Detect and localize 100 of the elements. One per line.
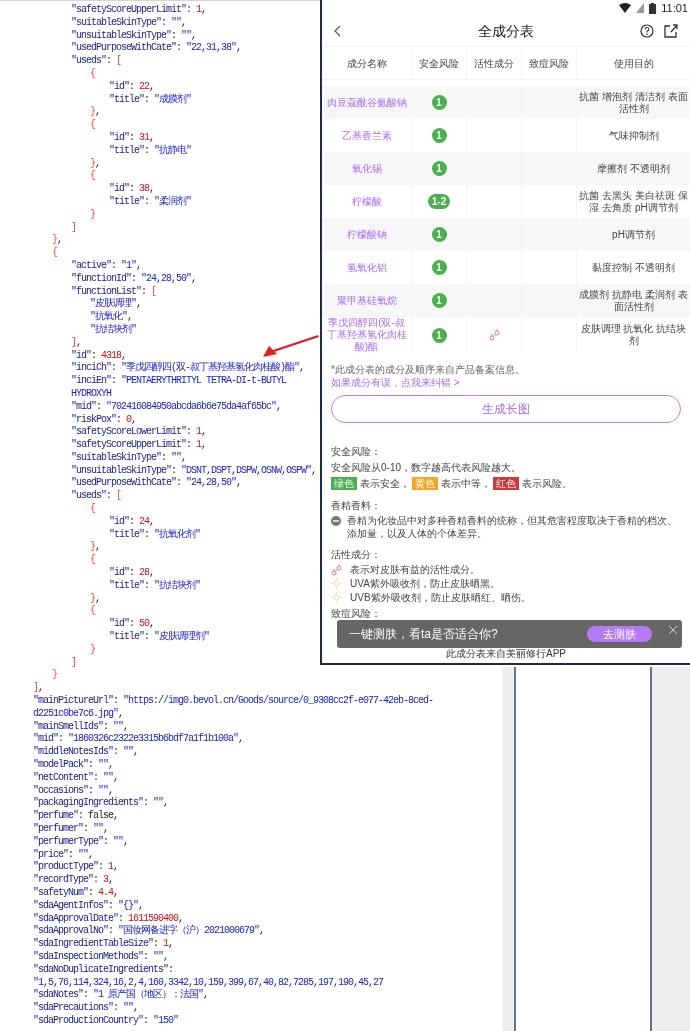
column-header: 成分名称 — [322, 47, 412, 79]
code-line: { — [90, 503, 95, 515]
code-line: "id": 4318, — [71, 349, 127, 361]
legend-text: 表示安全， — [360, 477, 410, 490]
code-line: { — [90, 605, 95, 617]
color-tag: 绿色 — [331, 477, 357, 490]
minus-circle-icon — [331, 516, 341, 526]
code-line: { — [90, 554, 95, 566]
code-line: "price": "", — [33, 848, 94, 860]
description-text: 香精为化妆品中对多种香精香料的统称，但其危害程度取决于香精的档次、添加量，以及人体的个体差异。 — [347, 514, 678, 540]
code-line: "unsuitableSkinType": "DSNT,DSPT,DSPW,OSNW,OSPW", — [71, 464, 317, 476]
code-line: "id": 50, — [109, 618, 155, 630]
sun-icon — [331, 592, 342, 603]
back-icon[interactable] — [334, 25, 341, 37]
code-line: "usedPurposeWithCate": "24,28,50", — [71, 477, 242, 489]
code-line: } — [90, 208, 95, 220]
skin-test-button[interactable]: 去测肤 — [587, 626, 652, 642]
code-line: "抗氧化", — [90, 311, 133, 323]
code-line: "safetyNum": 4.4, — [33, 887, 119, 898]
code-line: "mainPictureUrl": "https://img0.bevol.cn/Goods/source/0_9308cc2f-e077-42eb-8ced-d2251c0be7c6.jpg", — [33, 695, 434, 719]
code-line: "id": 28, — [109, 567, 155, 579]
promo-text: 一键测肤，看ta是否适合你? — [349, 626, 498, 643]
safety-score-badge: 1 — [431, 293, 447, 308]
code-line: "title": "柔润剂" — [109, 195, 192, 207]
code-line: { — [90, 170, 95, 182]
annotation-arrow — [262, 335, 320, 358]
code-line: "safetyScoreLowerLimit": 1, — [71, 426, 207, 438]
code-line: "unsuitableSkinType": "", — [71, 29, 197, 41]
code-line: "packagingIngredients": "", — [33, 797, 169, 809]
code-line: "functionId": "24,28,50", — [71, 272, 197, 284]
code-line: "sdaPrecautions": "", — [33, 1002, 139, 1014]
usage-purposes: 抗菌 去黑头 美白祛斑 保湿 去角质 pH调节剂 — [578, 189, 689, 214]
code-line: "title": "皮肤调理剂" — [109, 631, 210, 643]
code-line: "id": 22, — [109, 80, 155, 92]
sim-icon — [636, 3, 645, 13]
code-line: "sdaIngredientTableSize": 1, — [33, 938, 174, 950]
column-header: 活性成分 — [467, 47, 522, 79]
code-line: "title": "成膜剂" — [109, 93, 192, 105]
page-title: 全成分表 — [478, 21, 534, 41]
code-line: "sdaProductionCountry": "150" — [33, 1014, 179, 1026]
code-line: "inciCh": "季戊四醇四(双-叔丁基羟基氢化肉桂酸)酯", — [71, 362, 305, 374]
description-text: 安全风险从0-10，数字越高代表风险越大。 — [331, 461, 522, 474]
column-header: 使用目的 — [612, 56, 655, 71]
code-line: "functionList": [ — [71, 285, 157, 297]
usage-purposes: 皮肤调理 抗氧化 抗结块剂 — [579, 323, 688, 347]
code-line: { — [52, 247, 57, 259]
section-title: 安全风险： — [331, 445, 382, 458]
code-line: "id": 31, — [109, 131, 155, 143]
color-tag: 红色 — [493, 477, 519, 490]
code-line: "perfume": false, — [33, 810, 119, 822]
battery-icon — [649, 2, 657, 14]
code-line: { — [90, 119, 95, 131]
ingredient-name[interactable]: 季戊四醇四(双-叔丁基羟基氢化肉桂酸)酯 — [322, 317, 412, 353]
code-line: "useds": [ — [71, 490, 122, 502]
code-line: ] — [71, 221, 76, 233]
code-line: "modelPack": "", — [33, 759, 114, 770]
code-line: "id": 24, — [109, 515, 155, 527]
code-line: }, — [90, 592, 101, 604]
usage-purposes: 成膜剂 抗静电 柔润剂 表面活性剂 — [578, 288, 689, 313]
status-time: 11:01 — [661, 0, 688, 16]
safety-score-badge: 1 — [431, 128, 447, 143]
code-line: "title": "抗氧化剂" — [109, 528, 201, 540]
usage-purposes: 摩擦剂 不透明剂 — [597, 162, 670, 175]
code-line: } — [52, 669, 57, 681]
code-line: }, — [90, 106, 101, 118]
code-line: "sdaNotes": "1 原产国（地区）：法国", — [33, 989, 209, 1001]
code-line: ], — [71, 336, 82, 348]
code-line: } — [90, 643, 95, 655]
code-line: "suitableSkinType": "", — [71, 451, 187, 463]
help-icon[interactable] — [640, 24, 654, 38]
legend-text: UVB紫外吸收剂，防止皮肤晒红、晒伤。 — [350, 591, 531, 604]
code-line: "usedPurposeWithCate": "22,31,38", — [71, 42, 242, 54]
code-line: "productType": 1, — [33, 861, 119, 873]
code-line: "抗结块剂" — [90, 323, 136, 335]
code-line: "safetyScoreUpperLimit": 1, — [71, 4, 207, 15]
usage-purposes: 气味抑制剂 — [608, 129, 659, 142]
wifi-icon — [619, 3, 632, 13]
code-line: "sdaNoDuplicateIngredients": "1,5,76,114,324,16,2,4,160,3342,10,159,399,67,40,82,7285,197,190,45,27 — [33, 963, 384, 988]
column-header: 致痘风险 — [522, 47, 577, 79]
usage-purposes: 黏度控制 不透明剂 — [592, 261, 675, 274]
legend-text: UVA紫外吸收剂，防止皮肤晒黑。 — [350, 577, 500, 590]
usage-purposes: 抗菌 增泡剂 清洁剂 表面活性剂 — [578, 90, 689, 115]
code-line: "netContent": "", — [33, 771, 119, 783]
footer-note: 此成分表来自美丽修行APP — [446, 648, 566, 660]
legend-text: 表示风险。 — [522, 477, 572, 490]
code-line: "mid": "702416084950abcda6b6e75da4af65bc", — [71, 400, 282, 412]
share-icon[interactable] — [664, 24, 678, 38]
section-title: 致痘风险： — [331, 607, 382, 620]
active-ingredient-icon — [331, 563, 342, 576]
code-line: "recordType": 3, — [33, 874, 114, 886]
code-line: "suitableSkinType": "", — [71, 16, 187, 28]
code-line: "perfumerType": "", — [33, 835, 129, 847]
safety-score-badge: 1 — [431, 327, 447, 343]
close-icon[interactable] — [669, 626, 677, 634]
code-line: "occasions": "", — [33, 784, 114, 796]
code-line: }, — [90, 157, 101, 169]
code-line: ], — [33, 682, 44, 694]
code-line: "useds": [ — [71, 55, 122, 67]
source-note: *此成分表的成分及顺序来自产品备案信息。 — [331, 363, 526, 376]
correction-link[interactable]: 如果成分有误，点我来纠错 > — [331, 376, 460, 389]
